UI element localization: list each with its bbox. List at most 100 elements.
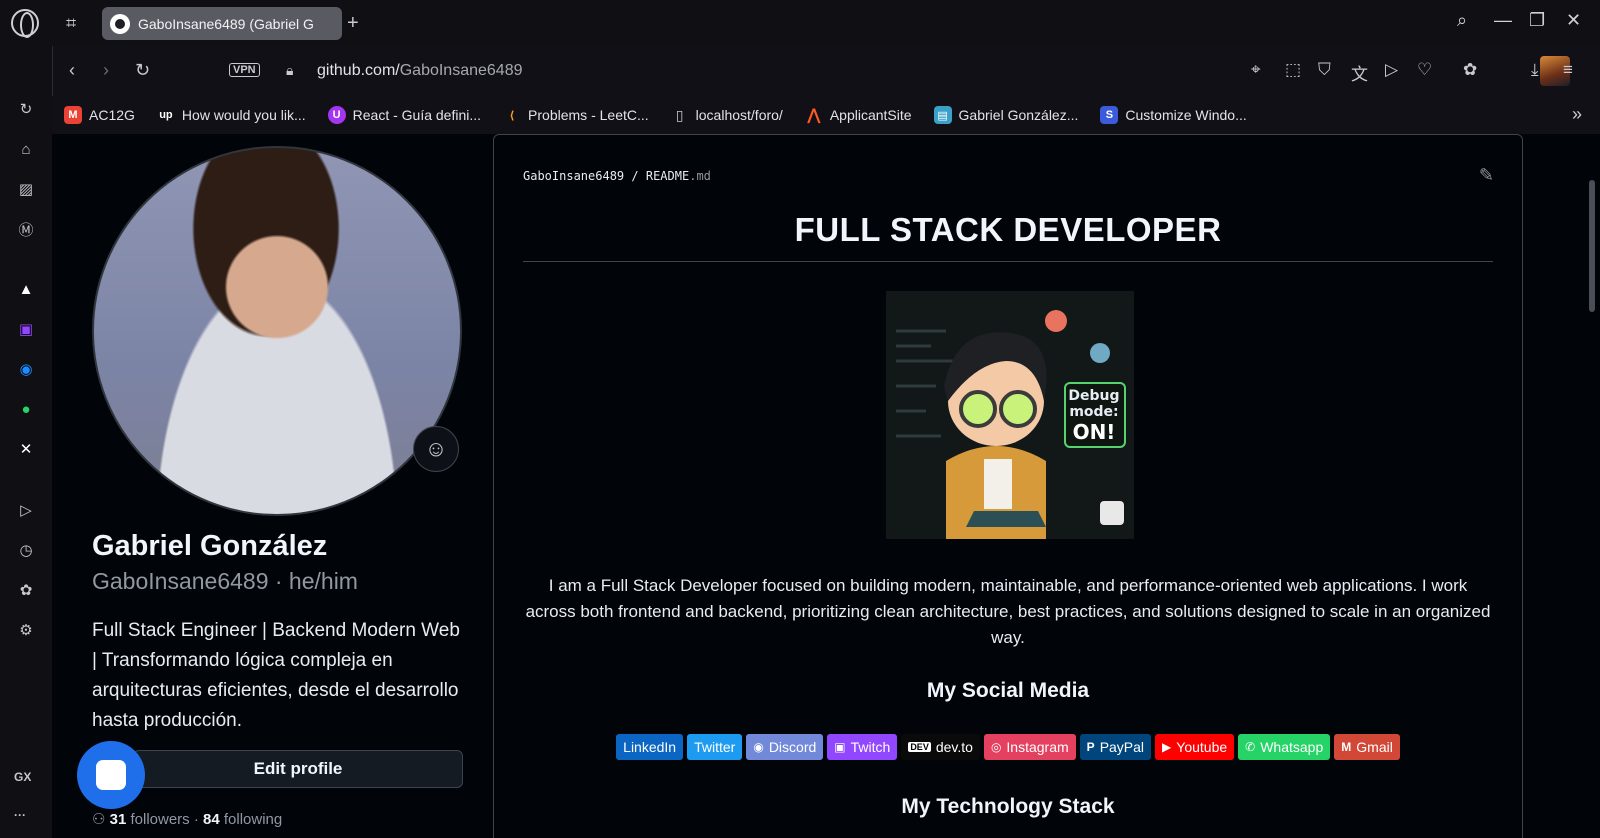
- messenger-icon[interactable]: ◉: [13, 356, 39, 382]
- badge-label: Youtube: [1176, 739, 1228, 755]
- readme-path-sep: /: [631, 169, 639, 183]
- gmail-icon: M: [64, 106, 82, 124]
- opera-gx-logo[interactable]: [11, 9, 39, 38]
- profile-icon: ▤: [933, 106, 952, 124]
- page-scrollbar[interactable]: [1586, 134, 1600, 838]
- aria-icon[interactable]: ⌂: [13, 136, 39, 162]
- upwork-icon: up: [159, 109, 173, 121]
- vpn-badge[interactable]: VPN: [229, 63, 260, 77]
- forward-icon[interactable]: ›: [103, 60, 109, 81]
- url-path: GaboInsane6489: [399, 62, 523, 79]
- edit-profile-button[interactable]: Edit profile: [133, 750, 463, 788]
- more-icon[interactable]: ···: [14, 808, 26, 822]
- lock-icon[interactable]: 🔒︎: [286, 62, 293, 79]
- bookmark-item[interactable]: U React - Guía defini...: [327, 106, 481, 124]
- udemy-icon: U: [327, 106, 346, 124]
- send-icon[interactable]: ▷: [1385, 60, 1398, 80]
- readme-path-user[interactable]: GaboInsane6489: [523, 169, 624, 183]
- badge-label: Twitch: [850, 739, 891, 755]
- twitch-icon: ▣: [834, 740, 846, 754]
- youtube-badge[interactable]: ▶ Youtube: [1155, 734, 1235, 760]
- aria-ai-icon[interactable]: ▲: [13, 276, 39, 302]
- bookmark-item[interactable]: up How would you lik...: [157, 106, 306, 124]
- instagram-badge[interactable]: ◎ Instagram: [983, 734, 1076, 760]
- bookmark-item[interactable]: S Customize Windo...: [1100, 106, 1247, 124]
- reload-icon[interactable]: ↻: [135, 60, 150, 81]
- gmail-badge[interactable]: M Gmail: [1334, 734, 1400, 760]
- discord-icon: ◉: [753, 740, 764, 754]
- flow-icon[interactable]: ↻: [13, 96, 39, 122]
- bookmark-label: ApplicantSite: [829, 107, 912, 123]
- whatsapp-badge[interactable]: ✆ Whatsapp: [1238, 734, 1331, 760]
- shield-icon[interactable]: ⛉: [1318, 60, 1331, 80]
- following-label[interactable]: following: [224, 811, 282, 828]
- bookmark-item[interactable]: ▤ Gabriel González...: [933, 106, 1078, 124]
- history-icon[interactable]: ◷: [13, 537, 39, 563]
- following-count[interactable]: 84: [203, 811, 220, 828]
- close-button[interactable]: ✕: [1566, 10, 1581, 31]
- bookmark-label: Customize Windo...: [1125, 107, 1247, 123]
- smiley-icon[interactable]: ☺: [413, 426, 459, 472]
- twitter-badge[interactable]: Twitter: [687, 734, 743, 760]
- news-icon[interactable]: ▨: [13, 176, 39, 202]
- readme-path: GaboInsane6489 / README.md: [523, 169, 711, 183]
- menu-icon[interactable]: ≡: [1563, 60, 1573, 80]
- readme-intro: I am a Full Stack Developer focused on b…: [525, 576, 1491, 647]
- followers-count[interactable]: 31: [110, 811, 127, 828]
- github-profile-page: ☺ Gabriel González GaboInsane6489 · he/h…: [52, 134, 1600, 838]
- x-icon[interactable]: ✕: [13, 436, 39, 462]
- bookmark-label: How would you lik...: [181, 107, 306, 123]
- chevron-double-right-icon[interactable]: »: [1572, 104, 1582, 125]
- url-field[interactable]: github.com/GaboInsane6489: [317, 62, 523, 80]
- bookmarks-bar: M AC12G up How would you lik... U React - G…: [52, 96, 1600, 134]
- twitch-icon[interactable]: ▣: [13, 316, 39, 342]
- browser-tab[interactable]: GaboInsane6489 (Gabriel G: [102, 7, 342, 40]
- player-icon[interactable]: ▷: [13, 497, 39, 523]
- profile-photo[interactable]: [92, 146, 462, 516]
- url-domain: github.com/: [317, 62, 400, 79]
- back-icon[interactable]: ‹: [69, 60, 75, 81]
- bookmark-item[interactable]: M AC12G: [64, 106, 135, 124]
- extensions-icon[interactable]: ✿: [1463, 60, 1477, 80]
- gx-label[interactable]: GX: [14, 770, 31, 784]
- pencil-icon[interactable]: ✎: [1479, 165, 1494, 186]
- badge-label: PayPal: [1099, 739, 1145, 755]
- search-icon[interactable]: ⌕: [1457, 10, 1467, 31]
- discord-badge[interactable]: ◉ Discord: [746, 734, 824, 760]
- pin-icon[interactable]: ⌖: [1251, 60, 1261, 80]
- linkedin-badge[interactable]: LinkedIn: [616, 734, 684, 760]
- minimize-button[interactable]: —: [1494, 10, 1512, 31]
- heart-icon[interactable]: ♡: [1417, 60, 1432, 80]
- browser-sidebar: ↻ ⌂ ▨ Ⓜ ▲ ▣ ◉ ● ✕ ▷ ◷ ✿ ⚙ GX ···: [0, 46, 52, 838]
- square-icon: [96, 760, 126, 790]
- tab-title: GaboInsane6489 (Gabriel G: [138, 15, 314, 32]
- snapshot-icon[interactable]: ⬚: [1285, 60, 1301, 80]
- floating-action-button[interactable]: [77, 741, 145, 809]
- translate-icon[interactable]: 文: [1351, 60, 1368, 85]
- whatsapp-icon[interactable]: ●: [13, 396, 39, 422]
- developer-illustration: Debug mode: ON!: [886, 291, 1134, 539]
- twitch-badge[interactable]: ▣ Twitch: [827, 734, 898, 760]
- download-icon[interactable]: ⤓: [1531, 60, 1539, 80]
- profile-name: Gabriel González: [92, 530, 328, 562]
- bookmark-item[interactable]: ⋀ ApplicantSite: [805, 106, 912, 124]
- badge-label: Twitter: [694, 739, 736, 755]
- devto-badge[interactable]: DEV dev.to: [901, 734, 980, 760]
- followers-label[interactable]: followers ·: [130, 811, 198, 828]
- new-tab-button[interactable]: +: [347, 12, 359, 35]
- gamepad-icon[interactable]: ⌗: [66, 13, 76, 34]
- mail-icon[interactable]: Ⓜ: [13, 216, 39, 242]
- bookmark-item[interactable]: ▯ localhost/foro/: [671, 106, 783, 124]
- paypal-badge[interactable]: P PayPal: [1079, 734, 1152, 760]
- extensions-icon[interactable]: ✿: [13, 577, 39, 603]
- bookmark-item[interactable]: ⟨ Problems - LeetC...: [503, 106, 649, 124]
- illustration-text-debug: Debug: [1068, 388, 1119, 404]
- maximize-button[interactable]: ❐: [1529, 10, 1545, 31]
- readme-path-ext: .md: [689, 169, 711, 183]
- badge-label: Whatsapp: [1260, 739, 1324, 755]
- settings-icon[interactable]: ⚙: [13, 617, 39, 643]
- scrollbar-thumb[interactable]: [1589, 180, 1595, 312]
- social-heading: My Social Media: [926, 679, 1090, 702]
- social-badges: LinkedIn Twitter ◉ Discord ▣ Twitch DEV dev…: [523, 734, 1493, 760]
- page-icon: ▯: [675, 106, 684, 123]
